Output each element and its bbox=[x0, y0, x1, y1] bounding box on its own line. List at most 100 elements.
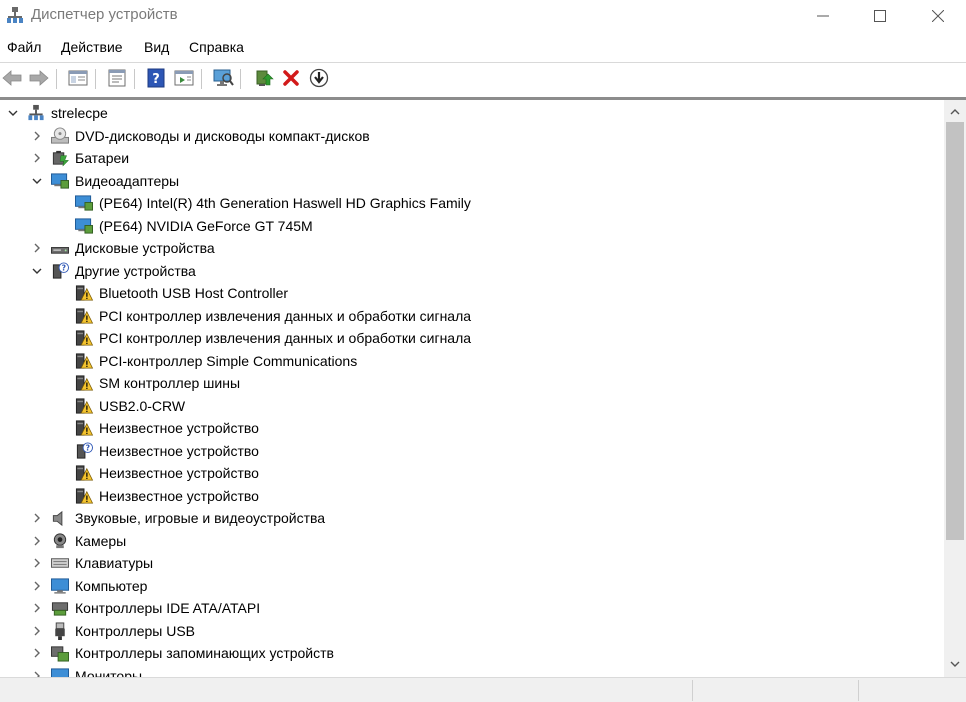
chevron-right-icon[interactable] bbox=[30, 556, 44, 570]
scroll-down-button[interactable] bbox=[944, 656, 966, 672]
view-button[interactable] bbox=[173, 67, 195, 89]
window-title: Диспетчер устройств bbox=[31, 6, 178, 23]
disk-drive-icon bbox=[51, 247, 69, 254]
tree-item-label: SM контроллер шины bbox=[99, 375, 241, 391]
uninstall-button[interactable] bbox=[280, 67, 302, 89]
warning-device-icon bbox=[75, 285, 94, 301]
toolbar-separator bbox=[56, 69, 57, 89]
tree-row[interactable]: Контроллеры IDE ATA/ATAPI bbox=[0, 597, 940, 619]
chevron-right-icon[interactable] bbox=[30, 601, 44, 615]
tree-row[interactable]: Неизвестное устройство bbox=[0, 417, 940, 439]
scan-hardware-button[interactable] bbox=[212, 67, 234, 89]
chevron-right-icon[interactable] bbox=[30, 624, 44, 638]
maximize-button[interactable] bbox=[857, 0, 903, 32]
tree-item-label: Мониторы bbox=[75, 667, 143, 678]
forward-icon bbox=[29, 70, 49, 86]
menu-view[interactable]: Вид bbox=[144, 39, 169, 55]
tree-item-label: PCI контроллер извлечения данных и обраб… bbox=[99, 307, 472, 324]
tree-item-label: Батареи bbox=[75, 150, 130, 166]
tree-row[interactable]: PCI контроллер извлечения данных и обраб… bbox=[0, 305, 940, 327]
display-adapter-icon bbox=[51, 172, 69, 189]
tree-row[interactable]: Контроллеры запоминающих устройств bbox=[0, 642, 940, 664]
tree-row[interactable]: (PE64) Intel(R) 4th Generation Haswell H… bbox=[0, 192, 940, 214]
menu-help[interactable]: Справка bbox=[189, 39, 244, 55]
forward-button[interactable] bbox=[28, 67, 50, 89]
chevron-right-icon[interactable] bbox=[30, 669, 44, 678]
device-tree[interactable]: strelecpe DVD-дисководы и дисководы компа… bbox=[0, 100, 944, 677]
tree-row[interactable]: Bluetooth USB Host Controller bbox=[0, 282, 940, 304]
scroll-up-button[interactable] bbox=[944, 104, 966, 120]
tree-row[interactable]: Камеры bbox=[0, 530, 940, 552]
help-icon: ? bbox=[147, 68, 165, 88]
tree-item-label: Камеры bbox=[75, 532, 127, 549]
status-pane bbox=[692, 680, 858, 701]
tree-row[interactable]: Мониторы bbox=[0, 665, 940, 678]
tree-item-label: Компьютер bbox=[75, 577, 148, 594]
tree-row[interactable]: Неизвестное устройство bbox=[0, 462, 940, 484]
toolbar-separator bbox=[240, 69, 241, 89]
menu-action[interactable]: Действие bbox=[61, 39, 123, 55]
disable-device-icon bbox=[309, 68, 329, 88]
vertical-scrollbar[interactable] bbox=[944, 100, 966, 677]
update-driver-button[interactable] bbox=[253, 67, 275, 89]
tree-row[interactable]: Клавиатуры bbox=[0, 552, 940, 574]
maximize-icon bbox=[874, 10, 886, 22]
tree-row[interactable]: ? Неизвестное устройство bbox=[0, 440, 940, 462]
menu-file[interactable]: Файл bbox=[7, 39, 41, 55]
dvd-drive-icon bbox=[51, 126, 69, 144]
disable-device-button[interactable] bbox=[308, 67, 330, 89]
svg-text:?: ? bbox=[62, 263, 66, 272]
storage-controller-icon bbox=[51, 646, 69, 662]
chevron-right-icon[interactable] bbox=[30, 129, 44, 143]
show-hide-tree-button[interactable] bbox=[67, 67, 89, 89]
chevron-down-icon bbox=[950, 661, 960, 667]
tree-row[interactable]: PCI-контроллер Simple Communications bbox=[0, 350, 940, 372]
chevron-down-icon[interactable] bbox=[30, 174, 44, 188]
toolbar-separator bbox=[201, 69, 202, 89]
chevron-right-icon[interactable] bbox=[30, 151, 44, 165]
tree-item-label: Неизвестное устройство bbox=[99, 442, 259, 459]
tree-item-label: Звуковые, игровые и видеоустройства bbox=[75, 510, 326, 526]
back-button[interactable] bbox=[1, 67, 23, 89]
tree-item-label: DVD-дисководы и дисководы компакт-дисков bbox=[75, 127, 370, 144]
tree-row[interactable]: Компьютер bbox=[0, 575, 940, 597]
chevron-right-icon[interactable] bbox=[30, 646, 44, 660]
chevron-right-icon[interactable] bbox=[30, 511, 44, 525]
tree-row[interactable]: Звуковые, игровые и видеоустройства bbox=[0, 507, 940, 529]
view-icon bbox=[174, 70, 194, 86]
tree-row[interactable]: PCI контроллер извлечения данных и обраб… bbox=[0, 327, 940, 349]
tree-row[interactable]: Неизвестное устройство bbox=[0, 485, 940, 507]
chevron-right-icon[interactable] bbox=[30, 579, 44, 593]
minimize-button[interactable] bbox=[800, 0, 846, 32]
chevron-down-icon[interactable] bbox=[6, 106, 20, 120]
tree-item-label: Контроллеры запоминающих устройств bbox=[75, 645, 334, 661]
tree-row[interactable]: Батареи bbox=[0, 147, 940, 169]
tree-item-label: Другие устройства bbox=[75, 262, 196, 279]
warning-device-icon bbox=[75, 330, 94, 346]
tree-row[interactable]: SM контроллер шины bbox=[0, 372, 940, 394]
close-button[interactable] bbox=[915, 0, 961, 32]
uninstall-icon bbox=[283, 70, 299, 86]
warning-device-icon bbox=[75, 375, 94, 391]
chevron-right-icon[interactable] bbox=[30, 534, 44, 548]
chevron-down-icon[interactable] bbox=[30, 264, 44, 278]
tree-row[interactable]: Дисковые устройства bbox=[0, 237, 940, 259]
scroll-thumb[interactable] bbox=[946, 122, 964, 540]
title-bar: Диспетчер устройств bbox=[0, 0, 966, 32]
tree-row[interactable]: Контроллеры USB bbox=[0, 620, 940, 642]
help-button[interactable]: ? bbox=[145, 67, 167, 89]
properties-button[interactable] bbox=[106, 67, 128, 89]
warning-device-icon bbox=[75, 397, 94, 414]
tree-item-label: (PE64) Intel(R) 4th Generation Haswell H… bbox=[99, 195, 471, 211]
tree-item-label: Неизвестное устройство bbox=[99, 465, 259, 481]
tree-row[interactable]: Видеоадаптеры bbox=[0, 170, 940, 192]
computer-icon bbox=[28, 104, 44, 121]
tree-row[interactable]: ? Другие устройства bbox=[0, 260, 940, 282]
tree-row[interactable]: (PE64) NVIDIA GeForce GT 745M bbox=[0, 215, 940, 237]
tree-row[interactable]: DVD-дисководы и дисководы компакт-дисков bbox=[0, 125, 940, 147]
tree-row[interactable]: USB2.0-CRW bbox=[0, 395, 940, 417]
unknown-device-icon: ? bbox=[52, 261, 69, 279]
chevron-right-icon[interactable] bbox=[30, 241, 44, 255]
warning-device-icon bbox=[75, 307, 94, 324]
tree-row[interactable]: strelecpe bbox=[0, 102, 940, 124]
